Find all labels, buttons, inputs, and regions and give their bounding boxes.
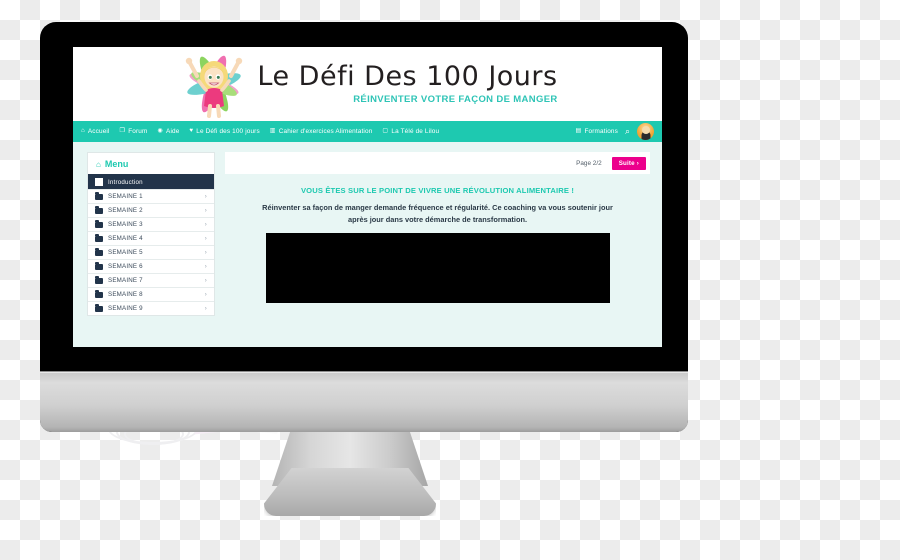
screenshot-stage: Le Défi Des 100 Jours RÉINVENTER VOTRE F… (0, 0, 900, 560)
chevron-right-icon: › (204, 221, 207, 228)
screen-viewport: Le Défi Des 100 Jours RÉINVENTER VOTRE F… (73, 47, 662, 347)
chevron-right-icon: › (204, 263, 207, 270)
checkbox-icon (95, 178, 103, 186)
chevron-right-icon: › (204, 207, 207, 214)
video-player[interactable] (265, 233, 610, 304)
nav-item-accueil[interactable]: ⌂ Accueil (81, 128, 110, 135)
folder-icon (95, 289, 103, 298)
folder-icon (95, 261, 103, 270)
home-icon: ⌂ (96, 159, 101, 169)
avatar[interactable] (637, 123, 654, 140)
sidebar-item-label: Introduction (108, 178, 143, 186)
sidebar-menu: ⌂ Menu Introduction SEMAINE 1 › SEMAINE … (87, 152, 215, 316)
brand-text-block: Le Défi Des 100 Jours RÉINVENTER VOTRE F… (257, 61, 558, 105)
chevron-right-icon: › (204, 305, 207, 312)
monitor-chin (40, 372, 688, 432)
page-body: ⌂ Menu Introduction SEMAINE 1 › SEMAINE … (73, 142, 662, 347)
sidebar-item-label: SEMAINE 2 (108, 207, 143, 214)
sidebar-title-label: Menu (104, 159, 129, 169)
nav-item-tele-de-lilou[interactable]: ▢ La Télé de Lilou (382, 128, 439, 135)
sidebar-item-label: SEMAINE 6 (108, 263, 143, 270)
next-page-button[interactable]: Suite › (611, 156, 646, 170)
sidebar-item-semaine-2[interactable]: SEMAINE 2 › (88, 203, 214, 217)
site-header: Le Défi Des 100 Jours RÉINVENTER VOTRE F… (73, 47, 662, 121)
site-title: Le Défi Des 100 Jours (257, 61, 558, 93)
folder-icon (95, 247, 103, 256)
nav-item-forum[interactable]: ❒ Forum (120, 128, 148, 135)
main-navbar: ⌂ Accueil ❒ Forum ◉ Aide ♥ Le Défi des 1… (73, 121, 662, 142)
question-circle-icon: ◉ (157, 127, 164, 135)
navbar-links: ⌂ Accueil ❒ Forum ◉ Aide ♥ Le Défi des 1… (81, 128, 575, 135)
site-logo[interactable]: Le Défi Des 100 Jours RÉINVENTER VOTRE F… (177, 50, 557, 118)
sidebar-item-semaine-8[interactable]: SEMAINE 8 › (88, 287, 214, 301)
content-paragraph: Réinventer sa façon de manger demande fr… (262, 203, 613, 225)
book-icon: ▥ (269, 127, 276, 135)
chevron-right-icon: › (204, 193, 207, 200)
sidebar-item-semaine-5[interactable]: SEMAINE 5 › (88, 245, 214, 259)
nav-item-cahier-exercices[interactable]: ▥ Cahier d'exercices Alimentation (270, 128, 373, 135)
folder-icon (95, 205, 103, 214)
sidebar-title: ⌂ Menu (88, 153, 214, 174)
sidebar-item-introduction[interactable]: Introduction (88, 174, 214, 189)
nav-label: Formations (584, 128, 618, 135)
folder-icon (95, 233, 103, 242)
video-icon: ▤ (575, 127, 582, 135)
sidebar-item-label: SEMAINE 9 (108, 305, 143, 312)
tv-icon: ▢ (382, 127, 389, 135)
home-icon: ⌂ (81, 127, 85, 135)
site-tagline: RÉINVENTER VOTRE FAÇON DE MANGER (353, 93, 558, 105)
sidebar-item-semaine-1[interactable]: SEMAINE 1 › (88, 189, 214, 203)
content-headline: VOUS ÊTES SUR LE POINT DE VIVRE UNE RÉVO… (300, 186, 575, 195)
nav-label: Accueil (87, 128, 110, 135)
main-column: Page 2/2 Suite › VOUS ÊTES SUR LE POINT … (225, 152, 650, 347)
navbar-right: ▤ Formations ⌕ (575, 123, 654, 140)
lesson-content: VOUS ÊTES SUR LE POINT DE VIVRE UNE RÉVO… (225, 174, 650, 347)
sidebar-item-label: SEMAINE 8 (108, 291, 143, 298)
nav-label: Forum (128, 128, 148, 135)
comments-icon: ❒ (119, 127, 126, 135)
folder-icon (95, 275, 103, 284)
nav-label: Aide (166, 128, 180, 135)
chevron-right-icon: › (204, 291, 207, 298)
nav-label: Cahier d'exercices Alimentation (278, 128, 373, 135)
sidebar-item-semaine-6[interactable]: SEMAINE 6 › (88, 259, 214, 273)
nav-label: Le Défi des 100 jours (196, 128, 260, 135)
nav-label: La Télé de Lilou (391, 128, 440, 135)
sidebar-item-semaine-3[interactable]: SEMAINE 3 › (88, 217, 214, 231)
chevron-right-icon: › (204, 235, 207, 242)
search-icon[interactable]: ⌕ (625, 127, 630, 136)
sidebar-item-label: SEMAINE 5 (108, 249, 143, 256)
nav-item-aide[interactable]: ◉ Aide (157, 128, 179, 135)
sidebar-item-label: SEMAINE 1 (108, 193, 143, 200)
nav-item-formations[interactable]: ▤ Formations (575, 128, 617, 135)
sidebar-item-label: SEMAINE 4 (108, 235, 143, 242)
page-indicator: Page 2/2 (576, 159, 602, 167)
sidebar-item-label: SEMAINE 7 (108, 277, 143, 284)
chevron-right-icon: › (204, 249, 207, 256)
folder-icon (95, 191, 103, 200)
sidebar-item-semaine-7[interactable]: SEMAINE 7 › (88, 273, 214, 287)
fairy-mascot-icon (177, 50, 251, 118)
heart-icon: ♥ (189, 127, 194, 135)
monitor-stand-base (264, 468, 436, 516)
sidebar-item-semaine-4[interactable]: SEMAINE 4 › (88, 231, 214, 245)
folder-icon (95, 303, 103, 312)
chevron-right-icon: › (204, 277, 207, 284)
sidebar-item-label: SEMAINE 3 (108, 221, 143, 228)
content-toolbar: Page 2/2 Suite › (225, 152, 650, 174)
folder-icon (95, 219, 103, 228)
sidebar-item-semaine-9[interactable]: SEMAINE 9 › (88, 301, 214, 315)
nav-item-defi-100-jours[interactable]: ♥ Le Défi des 100 jours (189, 128, 259, 135)
